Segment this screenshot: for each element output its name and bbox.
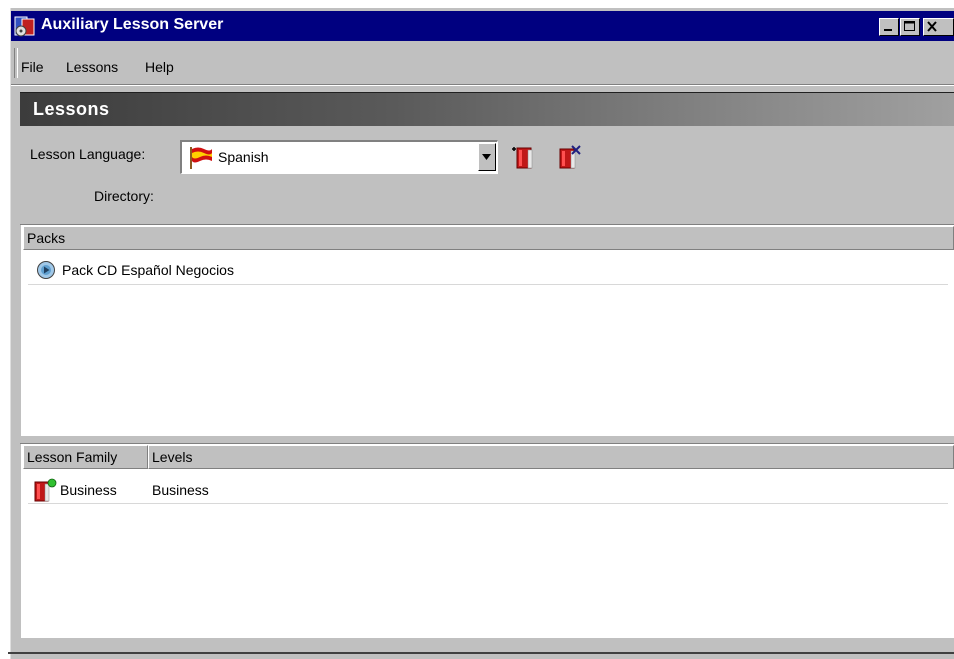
lesson-family-column-header[interactable]: Lesson Family bbox=[23, 445, 148, 469]
section-title: Lessons bbox=[33, 99, 110, 119]
maximize-icon bbox=[904, 21, 915, 31]
row-divider bbox=[28, 503, 948, 504]
lesson-family-cell[interactable]: Business bbox=[60, 482, 117, 498]
chevron-down-icon bbox=[482, 154, 491, 160]
app-icon bbox=[14, 16, 35, 37]
close-button[interactable] bbox=[923, 18, 954, 36]
remove-lesson-icon[interactable] bbox=[556, 144, 582, 170]
row-divider bbox=[28, 284, 948, 285]
lesson-language-value: Spanish bbox=[218, 149, 269, 165]
spain-flag-icon bbox=[190, 147, 212, 169]
lesson-language-select[interactable]: Spanish bbox=[180, 140, 498, 174]
minimize-button[interactable] bbox=[879, 18, 899, 36]
window-bottom-border bbox=[8, 652, 954, 654]
pack-item-label[interactable]: Pack CD Español Negocios bbox=[62, 262, 234, 278]
window-title: Auxiliary Lesson Server bbox=[41, 16, 224, 33]
lesson-language-label: Lesson Language: bbox=[30, 146, 146, 162]
minimize-icon bbox=[884, 29, 892, 31]
add-lesson-icon[interactable] bbox=[510, 144, 536, 170]
close-icon bbox=[927, 21, 937, 32]
packs-list[interactable] bbox=[21, 225, 954, 437]
section-header: Lessons bbox=[20, 92, 954, 126]
lesson-family-list[interactable] bbox=[21, 444, 954, 638]
menu-bar: File Lessons Help bbox=[11, 44, 954, 82]
levels-cell[interactable]: Business bbox=[152, 482, 209, 498]
status-area bbox=[20, 638, 954, 659]
directory-label: Directory: bbox=[94, 188, 154, 204]
cd-icon bbox=[37, 261, 55, 279]
splitter[interactable] bbox=[21, 436, 954, 443]
menu-divider-highlight bbox=[11, 85, 954, 86]
maximize-button[interactable] bbox=[900, 18, 920, 36]
levels-column-header[interactable]: Levels bbox=[148, 445, 954, 469]
menu-file[interactable]: File bbox=[21, 59, 44, 75]
dropdown-button[interactable] bbox=[478, 143, 496, 171]
menu-help[interactable]: Help bbox=[145, 59, 174, 75]
menu-lessons[interactable]: Lessons bbox=[66, 59, 118, 75]
packs-column-header[interactable]: Packs bbox=[23, 226, 954, 250]
window-border-inner bbox=[10, 8, 11, 659]
title-bar[interactable]: Auxiliary Lesson Server bbox=[11, 11, 954, 41]
lesson-book-icon bbox=[34, 478, 57, 502]
menu-grip bbox=[14, 48, 18, 78]
